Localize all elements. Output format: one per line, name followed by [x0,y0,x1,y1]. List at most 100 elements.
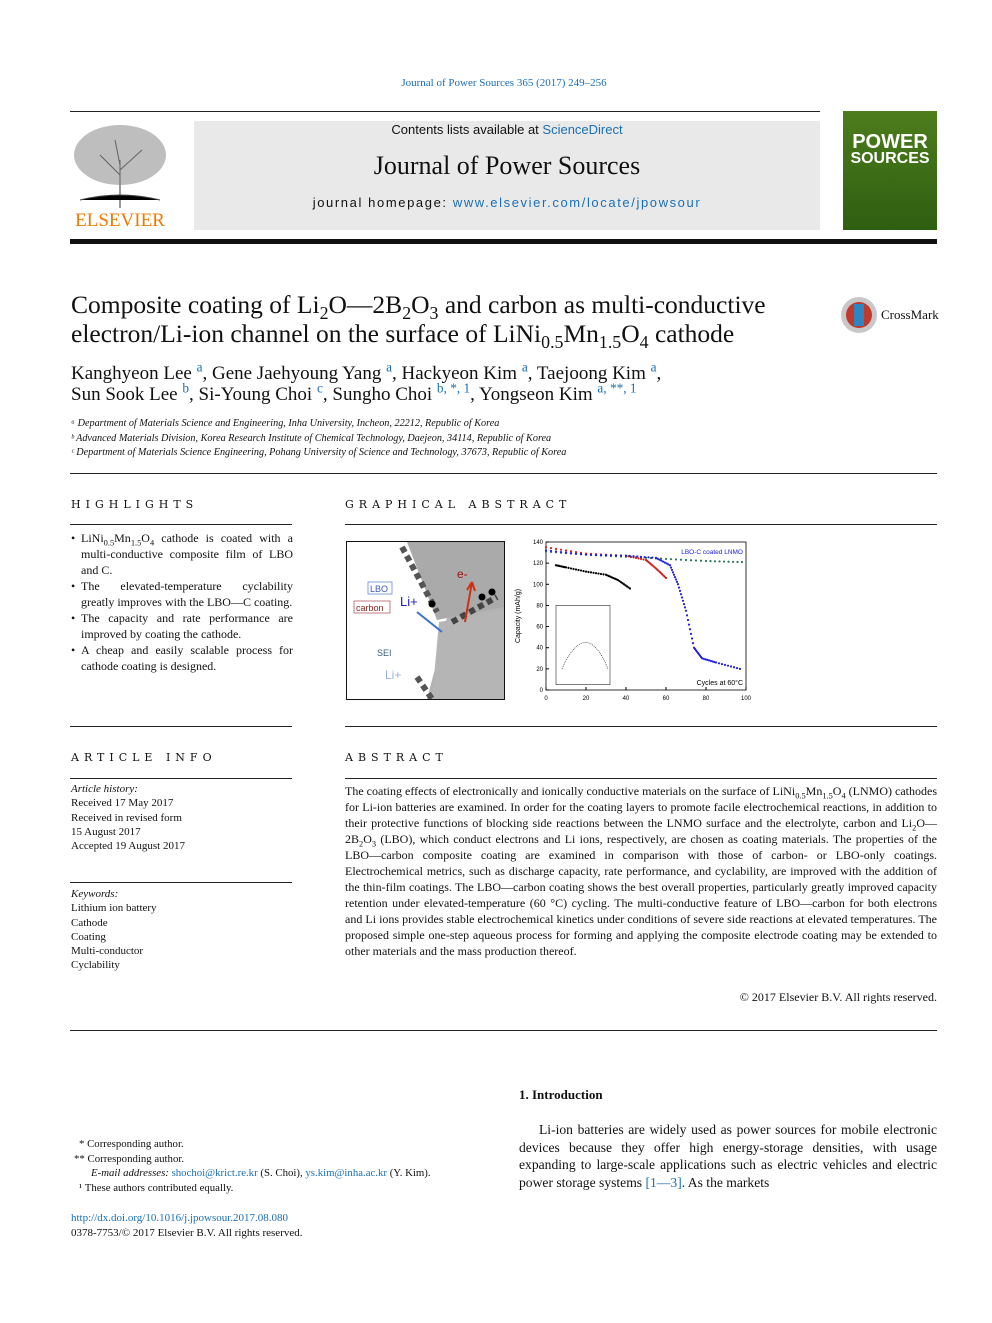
data-point [690,637,694,640]
highlights-heading: HIGHLIGHTS [71,498,199,511]
data-point [632,555,635,558]
data-point [717,662,721,665]
data-point [599,572,603,576]
introduction-heading: 1. Introduction [519,1087,603,1102]
data-point [639,555,643,558]
y-tick-label: 80 [536,603,543,609]
inset-frame [555,605,611,685]
highlights-list: LiNi0.5Mn1.5O4 cathode is coated with a … [71,530,293,674]
journal-reference[interactable]: Journal of Power Sources 365 (2017) 249–… [0,77,992,89]
contents-label: Contents lists available at [391,122,543,137]
data-point [554,550,558,553]
data-point [636,555,639,558]
data-point [624,554,628,557]
data-point [589,571,593,574]
data-point [686,618,690,622]
data-point [679,593,683,596]
homepage-link[interactable]: www.elsevier.com/locate/jpowsour [453,195,701,210]
data-point [675,580,679,584]
data-point [554,547,558,550]
data-point [738,667,742,670]
abstract-heading: ABSTRACT [345,751,448,764]
data-point [736,560,739,564]
highlight-item: LiNi0.5Mn1.5O4 cathode is coated with a … [71,530,293,578]
sciencedirect-link[interactable]: ScienceDirect [542,122,622,137]
x-tick-label: 0 [544,696,548,702]
data-point [643,555,646,559]
data-point [678,589,682,592]
introduction-text: Li-ion batteries are widely used as powe… [519,1122,937,1190]
data-point [564,551,568,554]
electron-label: e- [457,567,468,581]
data-point [726,664,730,667]
data-point [674,558,678,561]
data-point [671,571,675,574]
data-point [685,614,689,617]
affiliation-c: ᶜ Department of Materials Science Engine… [71,447,567,458]
data-point [676,583,680,586]
data-point [688,628,692,631]
lbo-label: LBO [370,584,388,594]
issn-copyright: 0378-7753/© 2017 Elsevier B.V. All right… [71,1227,303,1239]
data-point [589,553,593,556]
data-point [729,665,733,668]
abstract-text: The coating effects of electronically an… [345,784,938,958]
y-axis-label: Capacity (mAh/g) [515,589,522,643]
email-link-kim[interactable]: ys.kim@inha.ac.kr [305,1167,387,1179]
highlight-item: A cheap and easily scalable process for … [71,642,293,674]
data-point [669,558,673,561]
data-point [594,572,598,575]
data-point [569,567,573,570]
data-point [684,609,688,612]
graphical-abstract-schematic: LBO carbon Li+ e- SEI Li+ [346,541,505,700]
journal-title: Journal of Power Sources [373,151,641,180]
data-point [683,606,687,609]
header-bar [70,239,937,244]
doi-link[interactable]: http://dx.doi.org/10.1016/j.jpowsour.201… [71,1212,288,1224]
footnote-corresponding-2: ** Corresponding author. [74,1152,185,1165]
data-point [559,548,563,551]
data-point [574,552,578,555]
data-point [722,560,726,563]
data-point [559,550,563,554]
data-point [684,558,688,562]
data-point [718,560,721,563]
data-point [584,553,588,556]
y-tick-label: 60 [536,625,543,631]
data-point [637,557,640,560]
data-point [564,549,568,552]
data-point [704,559,708,563]
email-link-choi[interactable]: shochoi@krict.re.kr [172,1167,258,1179]
affiliations: ᵃ Department of Materials Science and En… [71,417,566,461]
data-point [549,546,553,550]
data-point [579,569,583,572]
crossmark-icon [841,297,877,333]
li-ion-label: Li+ [400,594,418,609]
elsevier-logo: ELSEVIER [70,120,170,232]
affiliation-b: ᵇ Advanced Materials Division, Korea Res… [71,432,552,444]
data-point [713,560,717,563]
data-point [669,566,673,569]
annotation: Cycles at 60°C [697,679,743,687]
affiliation-a: ᵃ Department of Materials Science and En… [71,418,500,429]
data-point [597,572,600,575]
journal-cover: POWER SOURCES [843,111,937,230]
highlight-item: The elevated-temperature cyclability gre… [71,578,293,610]
data-point [604,554,608,557]
data-point [668,564,672,567]
data-point [720,663,724,666]
crossmark-button[interactable]: CrossMark [840,296,939,334]
data-point [680,596,684,599]
author-list: Kanghyeon Lee a, Gene Jaehyoung Yang a, … [71,359,662,405]
data-point [664,576,668,580]
data-point [735,666,739,670]
data-point [592,571,595,574]
data-point [639,557,643,561]
graphical-abstract-heading: GRAPHICAL ABSTRACT [345,498,572,511]
data-point [714,661,718,664]
y-tick-label: 0 [540,688,544,694]
data-point [673,576,677,579]
data-point [709,560,712,563]
abstract-copyright: © 2017 Elsevier B.V. All rights reserved… [739,990,937,1004]
data-point [694,559,698,562]
